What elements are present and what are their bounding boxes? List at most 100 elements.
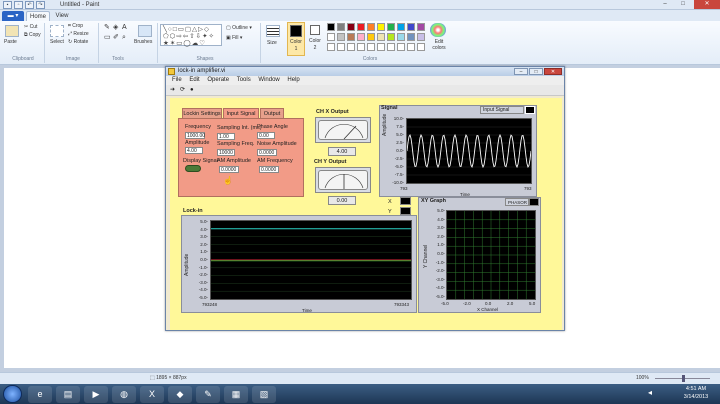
paste-button[interactable]: Paste xyxy=(4,39,17,46)
palette-swatch[interactable] xyxy=(327,33,335,41)
amplitude-input[interactable]: 4.00 xyxy=(185,147,203,154)
run-icon[interactable]: ➜ xyxy=(170,87,178,94)
eraser-icon[interactable]: ▭ xyxy=(104,34,111,41)
palette-swatch[interactable] xyxy=(387,23,395,31)
brushes-button[interactable]: Brushes xyxy=(134,39,152,46)
paste-icon[interactable] xyxy=(5,25,19,37)
size-button[interactable]: Size xyxy=(267,40,277,47)
palette-custom-swatch[interactable] xyxy=(357,43,365,51)
palette-custom-swatch[interactable] xyxy=(367,43,375,51)
am-frequency-input[interactable]: 0.0000 xyxy=(259,166,279,173)
color1-button[interactable]: Color 1 xyxy=(287,22,305,56)
palette-swatch[interactable] xyxy=(407,23,415,31)
tab-home[interactable]: Home xyxy=(26,11,50,21)
palette-swatch[interactable] xyxy=(387,33,395,41)
palette-swatch[interactable] xyxy=(367,23,375,31)
menu-tools[interactable]: Tools xyxy=(237,77,251,83)
palette-swatch[interactable] xyxy=(407,33,415,41)
vi-minimize-button[interactable]: – xyxy=(514,68,528,75)
tab-view[interactable]: View xyxy=(50,11,74,21)
start-button[interactable] xyxy=(3,385,22,403)
palette-swatch[interactable] xyxy=(397,33,405,41)
text-icon[interactable]: A xyxy=(122,24,127,31)
abort-icon[interactable]: ● xyxy=(190,87,198,94)
palette-swatch[interactable] xyxy=(367,33,375,41)
close-button[interactable]: ✕ xyxy=(694,0,720,9)
palette-swatch[interactable] xyxy=(417,33,425,41)
palette-custom-swatch[interactable] xyxy=(347,43,355,51)
fill-icon[interactable]: ◈ xyxy=(113,24,118,31)
brushes-icon[interactable] xyxy=(138,25,152,37)
resize-button[interactable]: ⤢ Resize xyxy=(68,31,89,38)
select-icon[interactable] xyxy=(50,25,64,37)
size-icon[interactable] xyxy=(266,25,280,37)
palette-swatch[interactable] xyxy=(397,23,405,31)
palette-swatch[interactable] xyxy=(357,33,365,41)
save-icon[interactable]: ▫ xyxy=(14,1,23,9)
zoom-slider-thumb[interactable] xyxy=(682,375,685,382)
display-signal-led[interactable] xyxy=(185,165,201,172)
fill-button[interactable]: ▣ Fill ▾ xyxy=(226,35,242,42)
excel-icon[interactable]: X xyxy=(140,386,164,403)
palette-custom-swatch[interactable] xyxy=(337,43,345,51)
palette-swatch[interactable] xyxy=(347,23,355,31)
minimize-button[interactable]: – xyxy=(656,0,674,9)
menu-edit[interactable]: Edit xyxy=(189,77,199,83)
palette-custom-swatch[interactable] xyxy=(377,43,385,51)
media-player-icon[interactable]: ▶ xyxy=(84,386,108,403)
menu-operate[interactable]: Operate xyxy=(207,77,229,83)
edit-colors-icon[interactable] xyxy=(430,23,446,37)
explorer-icon[interactable]: ▤ xyxy=(56,386,80,403)
paint-menu-icon[interactable]: ▪ xyxy=(3,1,12,9)
rotate-button[interactable]: ↻ Rotate xyxy=(68,39,88,46)
undo-icon[interactable]: ↶ xyxy=(25,1,34,9)
am-amplitude-input[interactable]: 0.0000 xyxy=(219,166,239,173)
input-signal-legend[interactable]: Input Signal xyxy=(480,106,524,114)
palette-swatch[interactable] xyxy=(347,33,355,41)
palette-swatch[interactable] xyxy=(337,23,345,31)
sampling-freq-input[interactable]: 10000 xyxy=(217,149,235,156)
maximize-button[interactable]: □ xyxy=(674,0,692,9)
run-continuous-icon[interactable]: ⟳ xyxy=(180,87,188,94)
noise-amplitude-input[interactable]: 0.0000 xyxy=(257,149,277,156)
pencil-icon[interactable]: ✎ xyxy=(104,24,110,31)
palette-swatch[interactable] xyxy=(337,33,345,41)
labview-vi-taskbar-icon[interactable]: ▧ xyxy=(252,386,276,403)
clock-date[interactable]: 3/14/2013 xyxy=(678,394,714,400)
palette-custom-swatch[interactable] xyxy=(387,43,395,51)
ie-icon[interactable]: e xyxy=(28,386,52,403)
color2-button[interactable]: Color 2 xyxy=(307,22,325,56)
paint-taskbar-icon[interactable]: ✎ xyxy=(196,386,220,403)
app-icon[interactable]: ◆ xyxy=(168,386,192,403)
frequency-input[interactable]: 1000.00 xyxy=(185,132,205,139)
volume-icon[interactable]: ◂ xyxy=(648,388,660,398)
labview-taskbar-icon[interactable]: ▦ xyxy=(224,386,248,403)
outline-button[interactable]: ▢ Outline ▾ xyxy=(226,25,252,32)
phase-angle-input[interactable]: 0.00 xyxy=(257,132,275,139)
palette-swatch[interactable] xyxy=(417,23,425,31)
menu-window[interactable]: Window xyxy=(258,77,279,83)
vi-close-button[interactable]: ✕ xyxy=(544,68,562,75)
palette-custom-swatch[interactable] xyxy=(397,43,405,51)
cut-button[interactable]: ✂ Cut xyxy=(24,24,37,31)
tab-lockin-settings[interactable]: Lockin Settings xyxy=(182,108,222,118)
palette-swatch[interactable] xyxy=(357,23,365,31)
palette-swatch[interactable] xyxy=(327,23,335,31)
sampling-int-input[interactable]: 1.00 xyxy=(217,133,235,140)
palette-swatch[interactable] xyxy=(377,23,385,31)
phasor-legend[interactable]: PHASOR xyxy=(505,198,529,206)
shapes-gallery[interactable]: ╲○□▭▢△▷◇ ⬠⬡⇨⇦⇧⇩✦✧ ★✶▭◯☁♡ xyxy=(160,24,222,47)
select-button[interactable]: Select xyxy=(50,39,64,46)
palette-swatch[interactable] xyxy=(377,33,385,41)
palette-custom-swatch[interactable] xyxy=(417,43,425,51)
redo-icon[interactable]: ↷ xyxy=(36,1,45,9)
palette-custom-swatch[interactable] xyxy=(327,43,335,51)
vi-maximize-button[interactable]: □ xyxy=(529,68,543,75)
menu-file[interactable]: File xyxy=(172,77,182,83)
file-menu-button[interactable]: ▬ ▾ xyxy=(2,11,24,21)
magnifier-icon[interactable]: ⌕ xyxy=(122,34,126,41)
color-picker-icon[interactable]: ✐ xyxy=(113,34,119,41)
palette-custom-swatch[interactable] xyxy=(407,43,415,51)
tab-output[interactable]: Output xyxy=(260,108,284,118)
firefox-icon[interactable]: ◍ xyxy=(112,386,136,403)
